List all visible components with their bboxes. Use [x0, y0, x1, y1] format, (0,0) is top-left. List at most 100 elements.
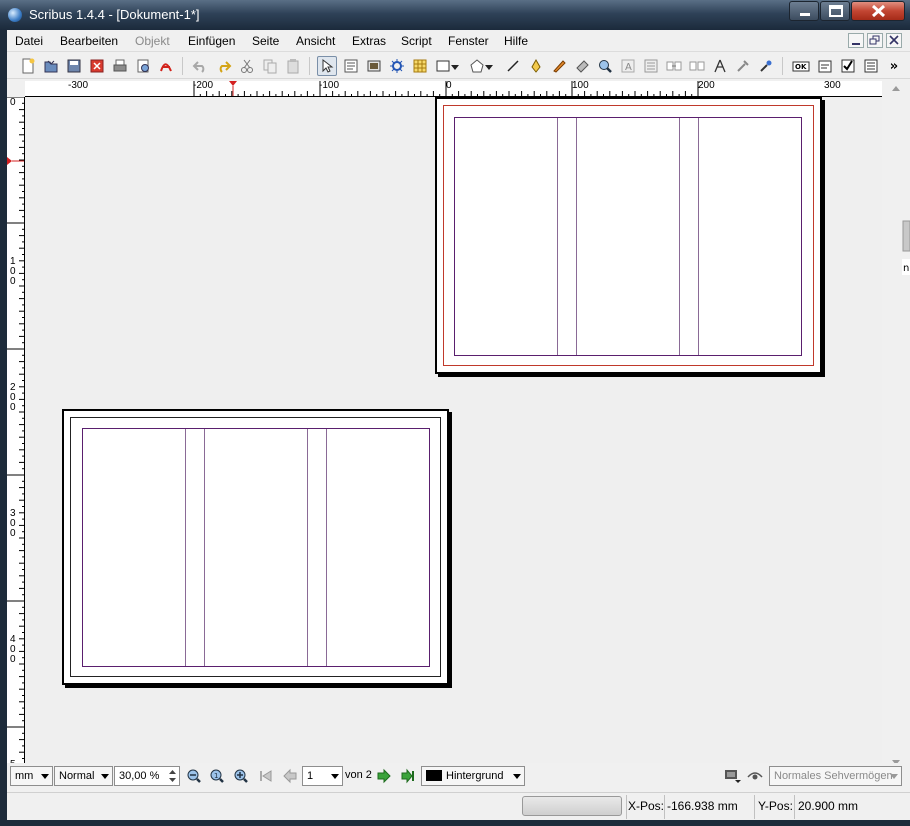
- menu-datei[interactable]: Datei: [15, 34, 43, 48]
- preflight-check-icon[interactable]: [133, 56, 153, 76]
- hruler-label: 300: [824, 81, 841, 91]
- freehand-icon[interactable]: [549, 56, 569, 76]
- status-separator: [664, 795, 665, 819]
- preview-mode-select[interactable]: Normal: [54, 766, 113, 786]
- title-bar: Scribus 1.4.4 - [Dokument-1*]: [0, 0, 910, 30]
- column-guide: [326, 429, 327, 666]
- xpos-value: -166.938 mm: [667, 799, 738, 813]
- svg-text:1: 1: [214, 772, 218, 780]
- unlink-frames-icon[interactable]: [687, 56, 707, 76]
- zoom-icon[interactable]: [595, 56, 615, 76]
- hruler-label: -300: [68, 81, 89, 91]
- line-icon[interactable]: [503, 56, 523, 76]
- pdf-textfield-icon[interactable]: [815, 56, 835, 76]
- first-page-icon[interactable]: [256, 766, 276, 786]
- polygon-dropdown-icon[interactable]: [483, 56, 495, 76]
- document-canvas[interactable]: [26, 97, 882, 772]
- column-guide: [557, 118, 558, 355]
- render-frame-icon[interactable]: [387, 56, 407, 76]
- menu-ansicht[interactable]: Ansicht: [296, 34, 335, 48]
- hruler-label: 100: [572, 81, 589, 91]
- vision-simulation-select[interactable]: Normales Sehvermögen: [769, 766, 902, 786]
- minimize-icon: [800, 13, 810, 16]
- measure-icon[interactable]: [710, 56, 730, 76]
- pdf-pushbutton-icon[interactable]: OK: [791, 56, 811, 76]
- display-preview-icon[interactable]: [723, 766, 743, 786]
- edit-text-icon[interactable]: A: [618, 56, 638, 76]
- menu-hilfe[interactable]: Hilfe: [504, 34, 528, 48]
- menu-objekt[interactable]: Objekt: [135, 34, 170, 48]
- copy-properties-icon[interactable]: [733, 56, 753, 76]
- previous-page-icon[interactable]: [280, 766, 300, 786]
- ypos-label: Y-Pos:: [758, 799, 793, 813]
- column-guide: [576, 118, 577, 355]
- paste-icon[interactable]: [283, 56, 303, 76]
- open-document-icon[interactable]: [41, 56, 61, 76]
- save-icon[interactable]: [64, 56, 84, 76]
- hruler-label: 0: [446, 81, 452, 91]
- zoom-out-icon[interactable]: [184, 766, 204, 786]
- column-guide: [185, 429, 186, 666]
- layer-select[interactable]: Hintergrund: [421, 766, 525, 786]
- unit-select[interactable]: mm: [10, 766, 53, 786]
- preview-mode-value: Normal: [59, 770, 95, 782]
- bezier-icon[interactable]: [526, 56, 546, 76]
- rotate-icon[interactable]: [572, 56, 592, 76]
- mdi-restore-button[interactable]: [867, 33, 883, 48]
- pdf-combobox-icon[interactable]: [861, 56, 881, 76]
- story-editor-icon[interactable]: [641, 56, 661, 76]
- last-page-icon[interactable]: [398, 766, 418, 786]
- eyedropper-icon[interactable]: [756, 56, 776, 76]
- table-icon[interactable]: [410, 56, 430, 76]
- menu-bearbeiten[interactable]: Bearbeiten: [60, 34, 118, 48]
- cut-icon[interactable]: [237, 56, 257, 76]
- toolbar-overflow-button[interactable]: »: [884, 56, 904, 76]
- select-icon[interactable]: [317, 56, 337, 76]
- page-number-select[interactable]: 1: [302, 766, 343, 786]
- status-bar: X-Pos: -166.938 mm Y-Pos: 20.900 mm: [7, 792, 910, 820]
- page-1[interactable]: [435, 97, 822, 374]
- chevron-down-icon: [513, 774, 521, 779]
- link-frames-icon[interactable]: [664, 56, 684, 76]
- toolbar-separator: [782, 57, 783, 75]
- vruler-label: 400: [10, 634, 16, 665]
- copy-icon[interactable]: [260, 56, 280, 76]
- zoom-input[interactable]: 30,00 %: [114, 766, 180, 786]
- maximize-button[interactable]: [820, 1, 850, 21]
- menu-extras[interactable]: Extras: [352, 34, 386, 48]
- minimize-button[interactable]: [789, 1, 819, 21]
- shape-dropdown-icon[interactable]: [449, 56, 461, 76]
- menu-seite[interactable]: Seite: [252, 34, 279, 48]
- pdf-checkbox-icon[interactable]: [838, 56, 858, 76]
- redo-icon[interactable]: [214, 56, 234, 76]
- menu-fenster[interactable]: Fenster: [448, 34, 489, 48]
- menu-einfuegen[interactable]: Einfügen: [188, 34, 235, 48]
- horizontal-ruler[interactable]: -300 -200 -100 0 100 200 300: [25, 81, 882, 97]
- mdi-minimize-button[interactable]: [848, 33, 864, 48]
- vruler-label: 0: [10, 97, 16, 108]
- close-document-icon[interactable]: [87, 56, 107, 76]
- new-document-icon[interactable]: [18, 56, 38, 76]
- vertical-scrollbar-track: n: [892, 86, 910, 765]
- vertical-scrollbar[interactable]: n: [882, 81, 910, 772]
- zoom-spinner-icon[interactable]: [167, 768, 178, 784]
- chevron-down-icon: [331, 774, 339, 779]
- mdi-close-button[interactable]: [886, 33, 902, 48]
- next-page-icon[interactable]: [374, 766, 394, 786]
- export-pdf-icon[interactable]: [156, 56, 176, 76]
- zoom-100-icon[interactable]: 1: [207, 766, 227, 786]
- scribus-logo-icon: [8, 8, 22, 22]
- vertical-ruler[interactable]: 0 100 200 300 400 5: [7, 97, 25, 772]
- eye-icon[interactable]: [745, 766, 765, 786]
- zoom-in-icon[interactable]: [231, 766, 251, 786]
- close-button[interactable]: [851, 1, 905, 21]
- undo-icon[interactable]: [190, 56, 210, 76]
- image-frame-icon[interactable]: [364, 56, 384, 76]
- text-frame-icon[interactable]: [341, 56, 361, 76]
- menu-script[interactable]: Script: [401, 34, 432, 48]
- page-2[interactable]: [62, 409, 449, 685]
- print-icon[interactable]: [110, 56, 130, 76]
- menu-bar: Datei Bearbeiten Objekt Einfügen Seite A…: [7, 30, 910, 52]
- restore-icon: [869, 35, 880, 45]
- horizontal-ruler-ticks: [193, 81, 699, 96]
